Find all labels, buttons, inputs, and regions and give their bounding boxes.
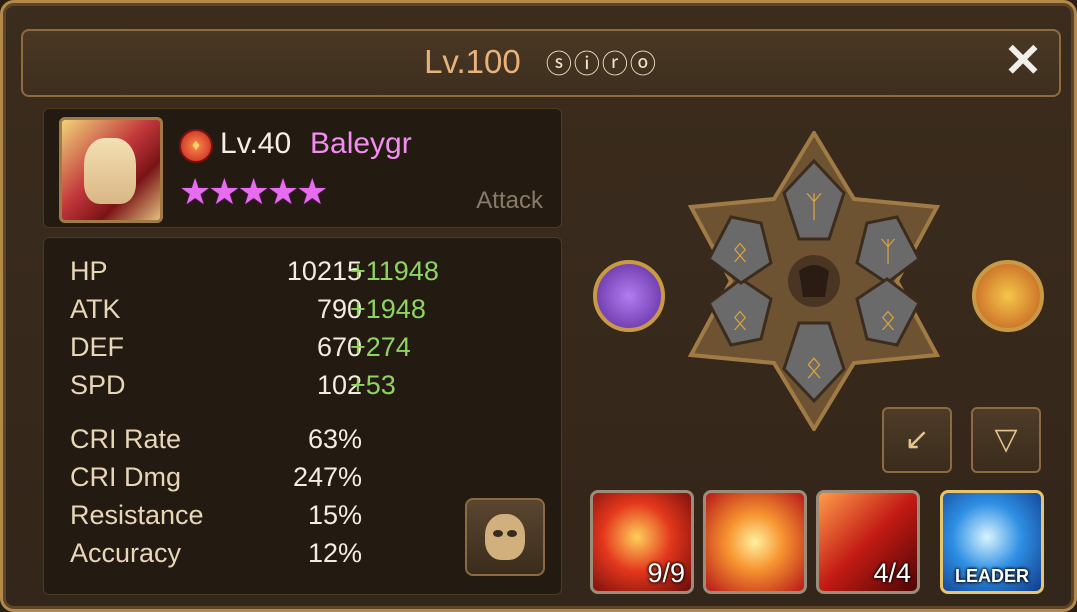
- svg-text:ᛉ: ᛉ: [805, 191, 823, 224]
- stat-value: 12%: [307, 538, 362, 568]
- monster-summary-panel: ♦ Lv.40 Baleygr ★★★★★ Attack: [43, 108, 562, 228]
- header-title: Lv.100 ⓢⓘⓡⓞ: [23, 43, 1059, 81]
- stat-value: 247%: [292, 462, 362, 492]
- skill-tree-button[interactable]: ▽: [971, 407, 1041, 473]
- skill-1[interactable]: 9/9: [590, 490, 694, 594]
- monster-type: Attack: [476, 187, 543, 214]
- stat-label: Accuracy: [70, 538, 182, 568]
- svg-text:ᛟ: ᛟ: [880, 304, 897, 335]
- triangle-emblem-icon: ▽: [994, 423, 1018, 456]
- stat-row: SPD 102 +53: [70, 370, 550, 406]
- stat-label: DEF: [70, 332, 124, 362]
- owner-level: Lv.100: [424, 43, 521, 80]
- skill-3[interactable]: 4/4: [816, 490, 920, 594]
- svg-text:ᛉ: ᛉ: [880, 236, 897, 267]
- stat-row: CRI Rate 63%: [70, 424, 550, 460]
- rune-slots: ᛉ ᛉ ᛟ ᛟ ᛟ ᛟ: [679, 129, 949, 433]
- stat-label: Resistance: [70, 500, 204, 530]
- skill-2[interactable]: [703, 490, 807, 594]
- svg-text:ᛟ: ᛟ: [732, 236, 749, 267]
- leader-skill[interactable]: LEADER: [940, 490, 1044, 594]
- stats-panel: HP 10215 +11948 ATK 790 +1948 DEF 670 +2…: [43, 237, 562, 595]
- stat-row: CRI Dmg 247%: [70, 462, 550, 498]
- svg-text:ᛟ: ᛟ: [805, 351, 823, 384]
- share-arrow-icon: ↙: [904, 423, 930, 456]
- stat-row: DEF 670 +274: [70, 332, 550, 368]
- fire-element-icon: ♦: [179, 129, 213, 163]
- stat-label: CRI Rate: [70, 424, 182, 454]
- monster-level: Lv.40: [220, 127, 292, 160]
- monster-info-window: Lv.100 ⓢⓘⓡⓞ ✕ ♦ Lv.40 Baleygr ★★★★★ Atta…: [0, 0, 1077, 612]
- monster-name: Baleygr: [310, 127, 412, 160]
- owner-name: ⓢⓘⓡⓞ: [545, 49, 658, 79]
- artifact-slot-right[interactable]: [961, 235, 1047, 355]
- stat-row: ATK 790 +1948: [70, 294, 550, 330]
- star-rating: ★★★★★: [179, 171, 328, 212]
- stat-label: CRI Dmg: [70, 462, 182, 492]
- artifact-slot-left[interactable]: [582, 235, 668, 355]
- stat-bonus: +11948: [350, 256, 439, 286]
- stat-value: 15%: [307, 500, 362, 530]
- artifact-type-icon: [972, 260, 1044, 332]
- skill-level-count: 4/4: [873, 558, 911, 588]
- stat-value: 63%: [307, 424, 362, 454]
- stat-bonus: +1948: [350, 294, 426, 324]
- share-button[interactable]: ↙: [882, 407, 952, 473]
- stat-bonus: +53: [350, 370, 396, 400]
- skill-level-count: 9/9: [647, 558, 685, 588]
- artifact-element-icon: [593, 260, 665, 332]
- stat-bonus: +274: [350, 332, 411, 362]
- mask-icon: [485, 514, 525, 560]
- monster-portrait[interactable]: [59, 117, 163, 223]
- stat-row: HP 10215 +11948: [70, 256, 550, 292]
- stat-label: SPD: [70, 370, 126, 400]
- skill-info-button[interactable]: [465, 498, 545, 576]
- stat-label: ATK: [70, 294, 121, 324]
- close-icon[interactable]: ✕: [1001, 37, 1045, 83]
- svg-text:ᛟ: ᛟ: [732, 304, 749, 335]
- header-bar: Lv.100 ⓢⓘⓡⓞ ✕: [21, 29, 1061, 97]
- stat-label: HP: [70, 256, 108, 286]
- leader-label: LEADER: [954, 566, 1029, 586]
